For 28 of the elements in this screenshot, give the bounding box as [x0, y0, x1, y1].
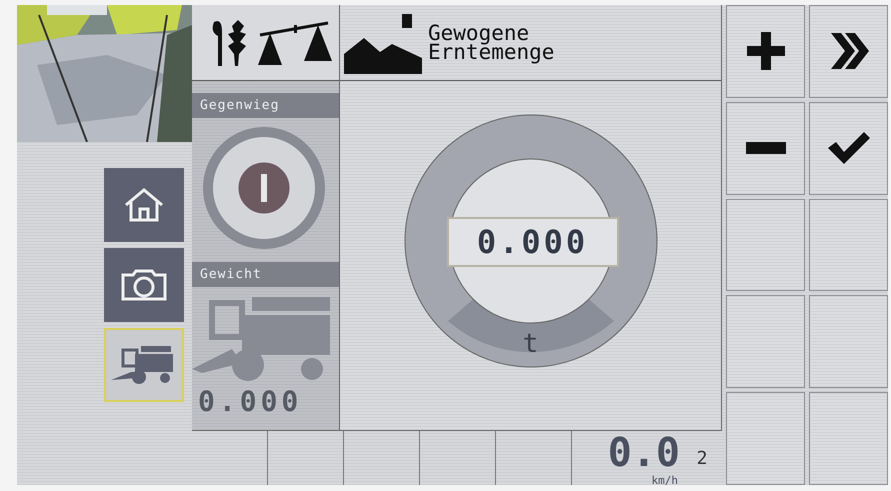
harvest-weight-icon — [344, 12, 422, 74]
balance-scale-icon — [256, 18, 332, 66]
speed-unit: km/h — [652, 474, 678, 487]
softkey[interactable] — [809, 392, 888, 485]
fast-forward-icon — [828, 31, 868, 72]
weight-value: 0.000 — [197, 385, 304, 418]
softkey[interactable] — [726, 295, 805, 388]
softkey[interactable] — [726, 392, 805, 485]
confirm-key[interactable] — [809, 102, 888, 195]
home-icon — [124, 187, 164, 223]
weight-label: Gewicht — [192, 262, 339, 287]
unit-label: t — [522, 328, 540, 358]
checkmark-icon — [826, 130, 872, 166]
camera-icon — [121, 269, 167, 301]
softkey[interactable] — [809, 295, 888, 388]
weight-value-field: 0.000 — [446, 216, 618, 266]
plus-key[interactable] — [726, 5, 805, 98]
nav-button[interactable] — [104, 168, 184, 242]
forward-key[interactable] — [809, 5, 888, 98]
gear-indicator: 2 — [696, 448, 708, 468]
counterweight-label: Gegenwieg — [192, 93, 339, 118]
nav-button[interactable] — [104, 328, 184, 402]
nav-button[interactable] — [104, 248, 184, 322]
minus-key[interactable] — [726, 102, 805, 195]
plus-icon — [746, 32, 784, 70]
speed-value: 0.0 — [608, 431, 680, 475]
dialog-title: Gewogene Erntemenge — [428, 24, 554, 62]
minus-icon — [746, 142, 786, 154]
